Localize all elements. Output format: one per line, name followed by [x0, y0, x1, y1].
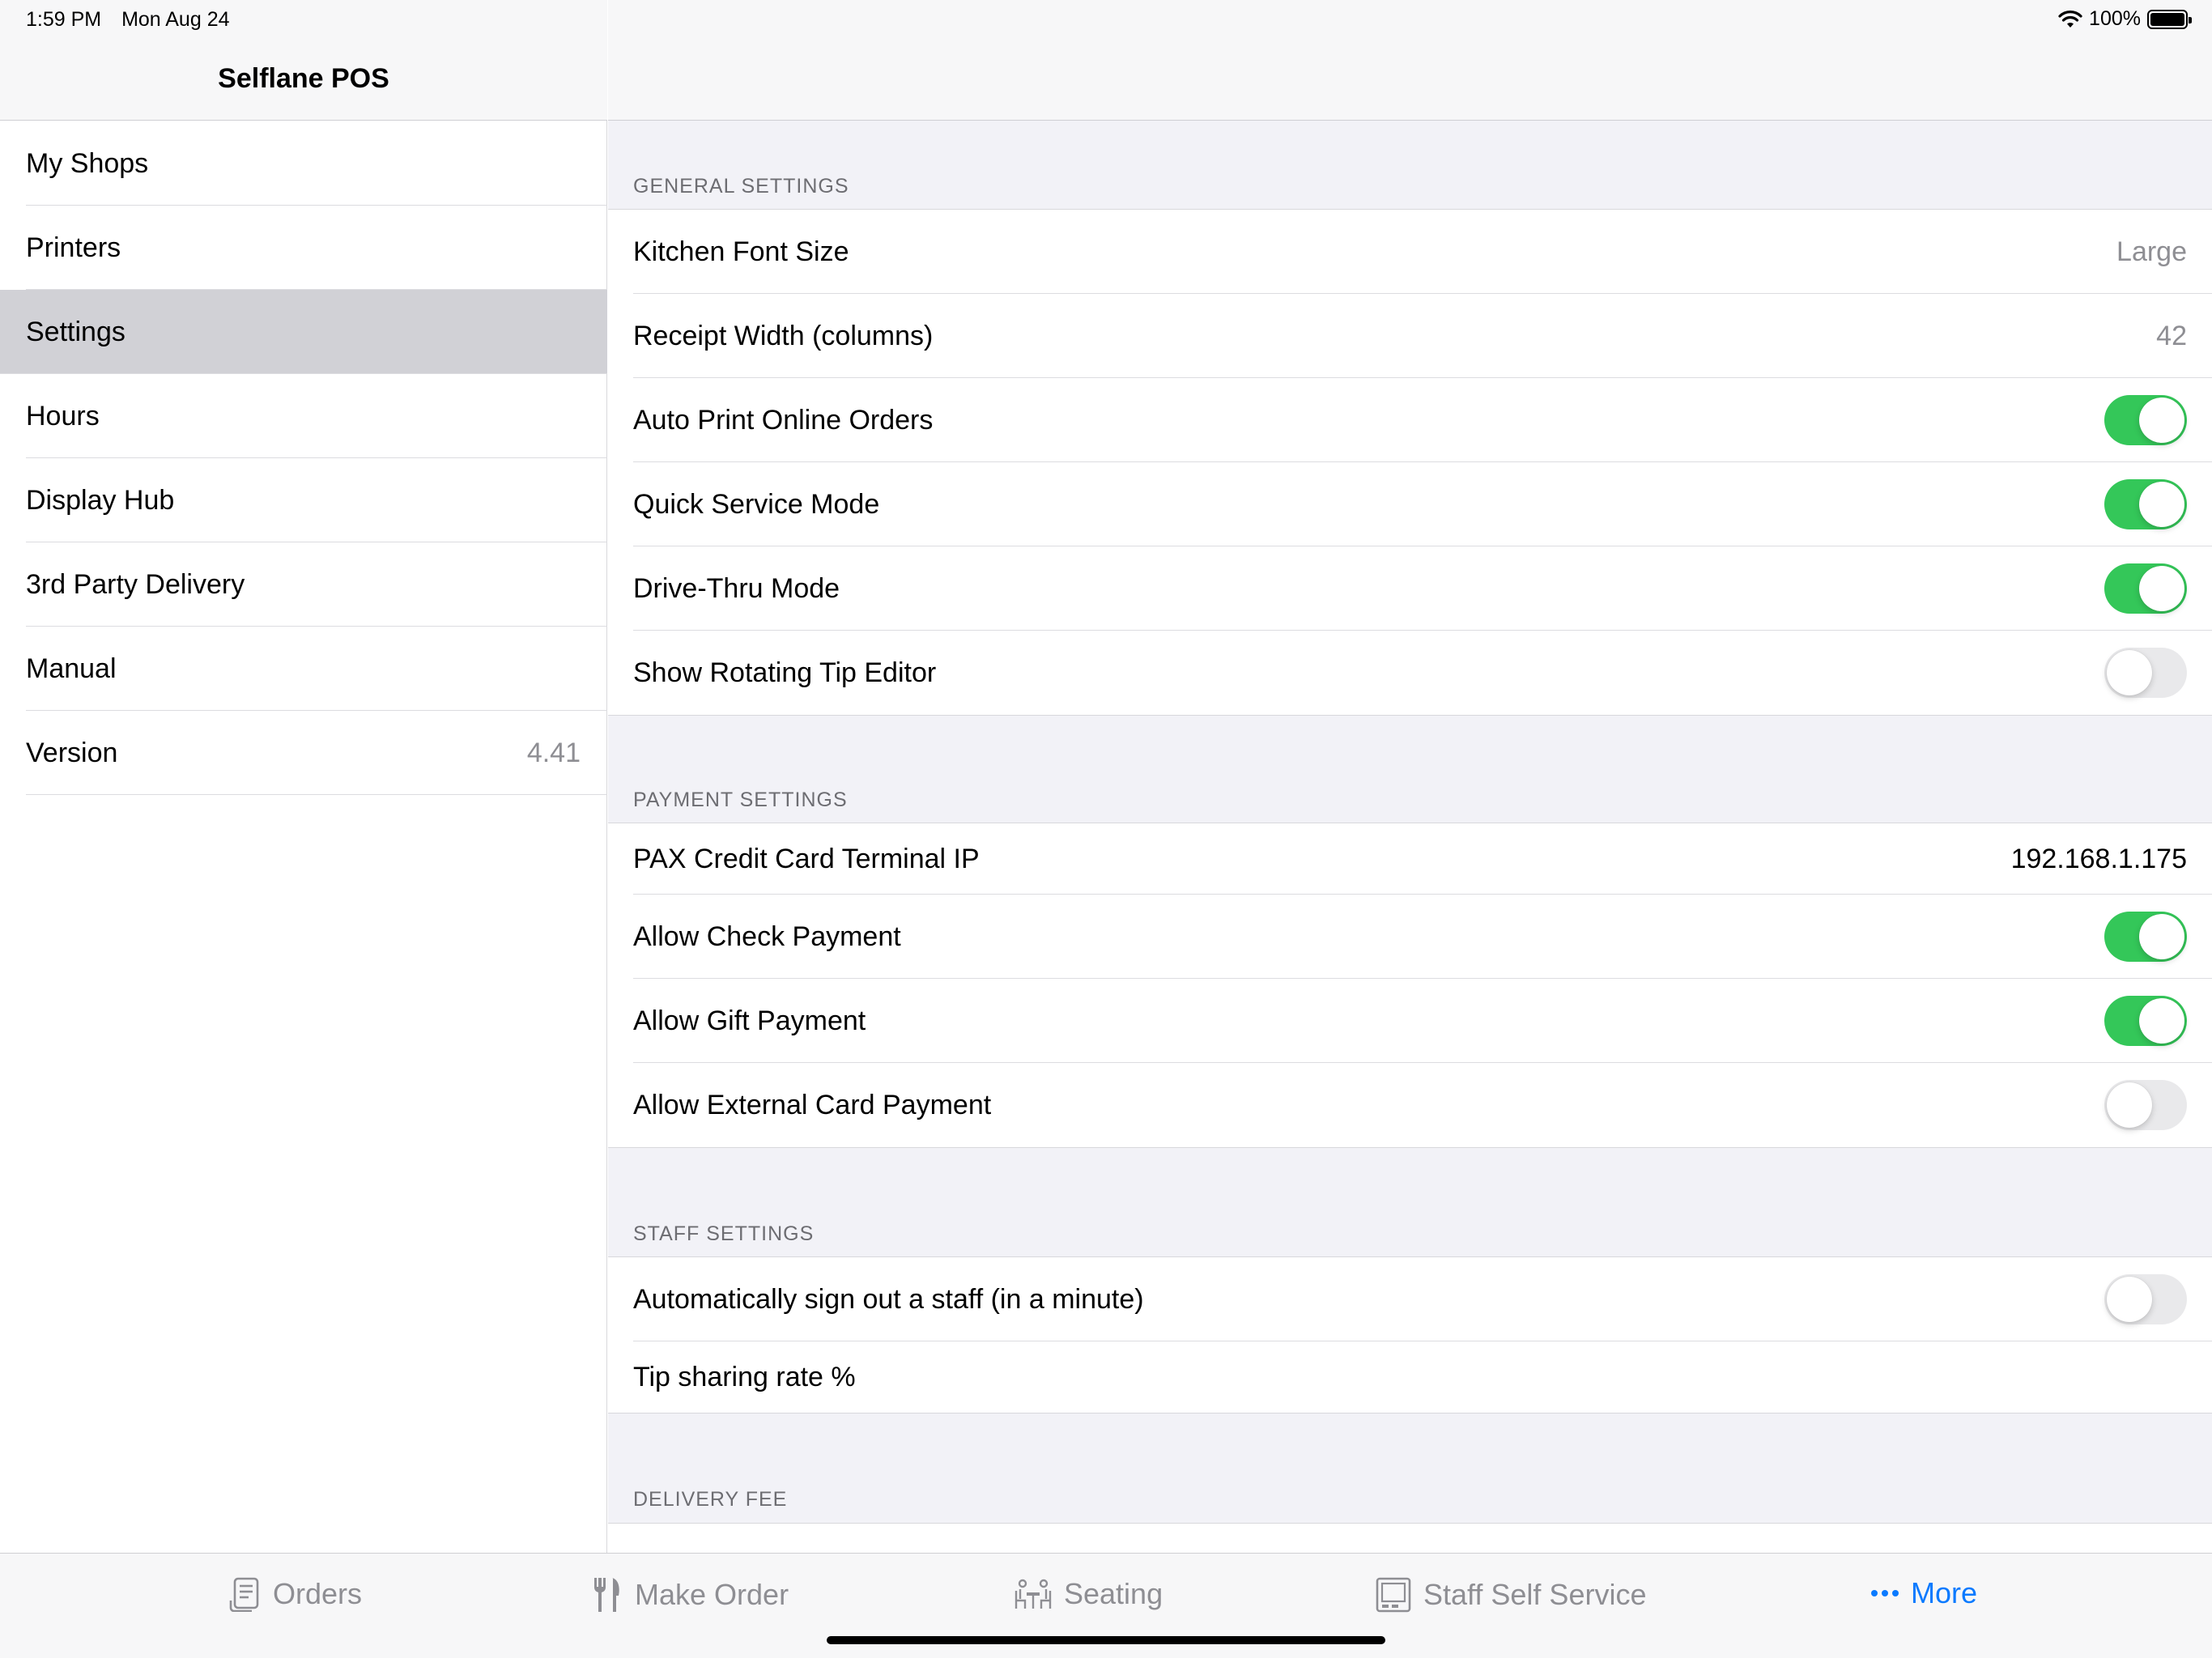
sidebar-item-hours[interactable]: Hours	[0, 374, 607, 458]
pax-terminal-ip-value: 192.168.1.175	[2010, 843, 2187, 874]
rotating-tip-editor-toggle[interactable]	[2104, 648, 2187, 698]
check-payment-toggle[interactable]	[2104, 912, 2187, 962]
sidebar-item-label: Hours	[26, 400, 100, 432]
auto-print-toggle[interactable]	[2104, 395, 2187, 445]
tab-label: Make Order	[635, 1578, 789, 1611]
row-label: Allow Gift Payment	[633, 1005, 866, 1036]
battery-icon	[2147, 9, 2192, 29]
section-header-payment: PAYMENT SETTINGS	[633, 789, 848, 811]
row-label: Show Rotating Tip Editor	[633, 657, 937, 688]
sidebar-item-printers[interactable]: Printers	[0, 206, 607, 290]
home-indicator[interactable]	[827, 1636, 1385, 1644]
tab-seating[interactable]: Seating	[1014, 1576, 1163, 1612]
tab-bar: Orders Make Order Seating Staff Self Ser…	[0, 1553, 2212, 1658]
version-value: 4.41	[526, 737, 581, 768]
general-settings-group: Kitchen Font Size Large Receipt Width (c…	[608, 209, 2212, 716]
sidebar-item-label: Version	[26, 737, 118, 768]
sidebar-item-label: Manual	[26, 653, 117, 684]
row-label: Quick Service Mode	[633, 488, 880, 520]
sidebar: Selflane POS My Shops Printers Settings …	[0, 0, 607, 1553]
sidebar-item-label: Settings	[26, 316, 125, 347]
tab-make-order[interactable]: Make Order	[591, 1576, 789, 1613]
row-show-rotating-tip-editor: Show Rotating Tip Editor	[608, 631, 2212, 715]
row-label: Drive-Thru Mode	[633, 572, 840, 604]
staff-settings-group: Automatically sign out a staff (in a min…	[608, 1256, 2212, 1414]
fork-knife-icon	[593, 1578, 619, 1612]
tab-orders[interactable]: Orders	[228, 1576, 362, 1612]
quick-service-toggle[interactable]	[2104, 479, 2187, 529]
row-label: PAX Credit Card Terminal IP	[633, 843, 980, 874]
battery-percent: 100%	[2089, 7, 2141, 30]
payment-settings-group: PAX Credit Card Terminal IP 192.168.1.17…	[608, 823, 2212, 1148]
sidebar-title: Selflane POS	[218, 63, 389, 94]
tab-label: Seating	[1064, 1577, 1163, 1610]
row-auto-print-online-orders: Auto Print Online Orders	[608, 378, 2212, 462]
tab-label: More	[1911, 1576, 1978, 1609]
staff-terminal-icon	[1376, 1577, 1411, 1613]
sidebar-item-settings[interactable]: Settings	[0, 290, 607, 374]
kitchen-font-size-value: Large	[2116, 236, 2187, 267]
seating-icon	[1015, 1579, 1052, 1609]
row-label: Automatically sign out a staff (in a min…	[633, 1283, 1144, 1315]
gift-payment-toggle[interactable]	[2104, 996, 2187, 1046]
external-card-payment-toggle[interactable]	[2104, 1080, 2187, 1130]
section-header-staff: STAFF SETTINGS	[633, 1222, 815, 1245]
sidebar-item-manual[interactable]: Manual	[0, 627, 607, 711]
row-receipt-width[interactable]: Receipt Width (columns) 42	[608, 294, 2212, 378]
row-label: Kitchen Font Size	[633, 236, 849, 267]
row-label: Auto Print Online Orders	[633, 404, 934, 436]
sidebar-item-my-shops[interactable]: My Shops	[0, 121, 607, 206]
row-auto-sign-out: Automatically sign out a staff (in a min…	[608, 1257, 2212, 1341]
sidebar-list: My Shops Printers Settings Hours Display…	[0, 121, 607, 795]
status-time: 1:59 PM	[26, 8, 102, 31]
sidebar-item-3rd-party-delivery[interactable]: 3rd Party Delivery	[0, 542, 607, 627]
orders-icon	[229, 1577, 259, 1612]
status-clock: 1:59 PM Mon Aug 24	[26, 8, 245, 32]
status-bar: 1:59 PM Mon Aug 24 100%	[0, 0, 2212, 39]
section-header-general: GENERAL SETTINGS	[633, 175, 849, 198]
row-kitchen-font-size[interactable]: Kitchen Font Size Large	[608, 210, 2212, 294]
tab-label: Orders	[273, 1577, 363, 1610]
settings-detail[interactable]: GENERAL SETTINGS Kitchen Font Size Large…	[608, 0, 2212, 1553]
app-window: 1:59 PM Mon Aug 24 100% Selflane POS My …	[0, 0, 2212, 1658]
sidebar-item-display-hub[interactable]: Display Hub	[0, 458, 607, 542]
more-dots-icon	[1871, 1590, 1899, 1596]
sidebar-item-label: My Shops	[26, 147, 149, 179]
receipt-width-value: 42	[2156, 320, 2187, 351]
delivery-fee-group	[608, 1523, 2212, 1553]
tab-staff-self-service[interactable]: Staff Self Service	[1375, 1576, 1646, 1613]
row-allow-check-payment: Allow Check Payment	[608, 895, 2212, 979]
status-indicators: 100%	[2058, 7, 2192, 31]
auto-sign-out-toggle[interactable]	[2104, 1274, 2187, 1324]
sidebar-item-label: 3rd Party Delivery	[26, 568, 245, 600]
sidebar-item-label: Printers	[26, 232, 121, 263]
status-date: Mon Aug 24	[121, 8, 230, 31]
wifi-icon	[2058, 10, 2082, 28]
row-allow-gift-payment: Allow Gift Payment	[608, 979, 2212, 1063]
drive-thru-toggle[interactable]	[2104, 563, 2187, 614]
sidebar-item-version: Version 4.41	[0, 711, 607, 795]
row-label: Tip sharing rate %	[633, 1361, 856, 1392]
row-allow-external-card-payment: Allow External Card Payment	[608, 1063, 2212, 1147]
tab-label: Staff Self Service	[1423, 1578, 1647, 1611]
row-drive-thru-mode: Drive-Thru Mode	[608, 546, 2212, 631]
sidebar-item-label: Display Hub	[26, 484, 175, 516]
row-label: Allow External Card Payment	[633, 1089, 992, 1120]
row-label: Receipt Width (columns)	[633, 320, 934, 351]
section-header-delivery: DELIVERY FEE	[633, 1488, 788, 1511]
row-pax-terminal-ip[interactable]: PAX Credit Card Terminal IP 192.168.1.17…	[608, 823, 2212, 895]
tab-more[interactable]: More	[1870, 1576, 1977, 1610]
row-quick-service-mode: Quick Service Mode	[608, 462, 2212, 546]
row-tip-sharing-rate[interactable]: Tip sharing rate %	[608, 1341, 2212, 1413]
row-label: Allow Check Payment	[633, 920, 901, 952]
